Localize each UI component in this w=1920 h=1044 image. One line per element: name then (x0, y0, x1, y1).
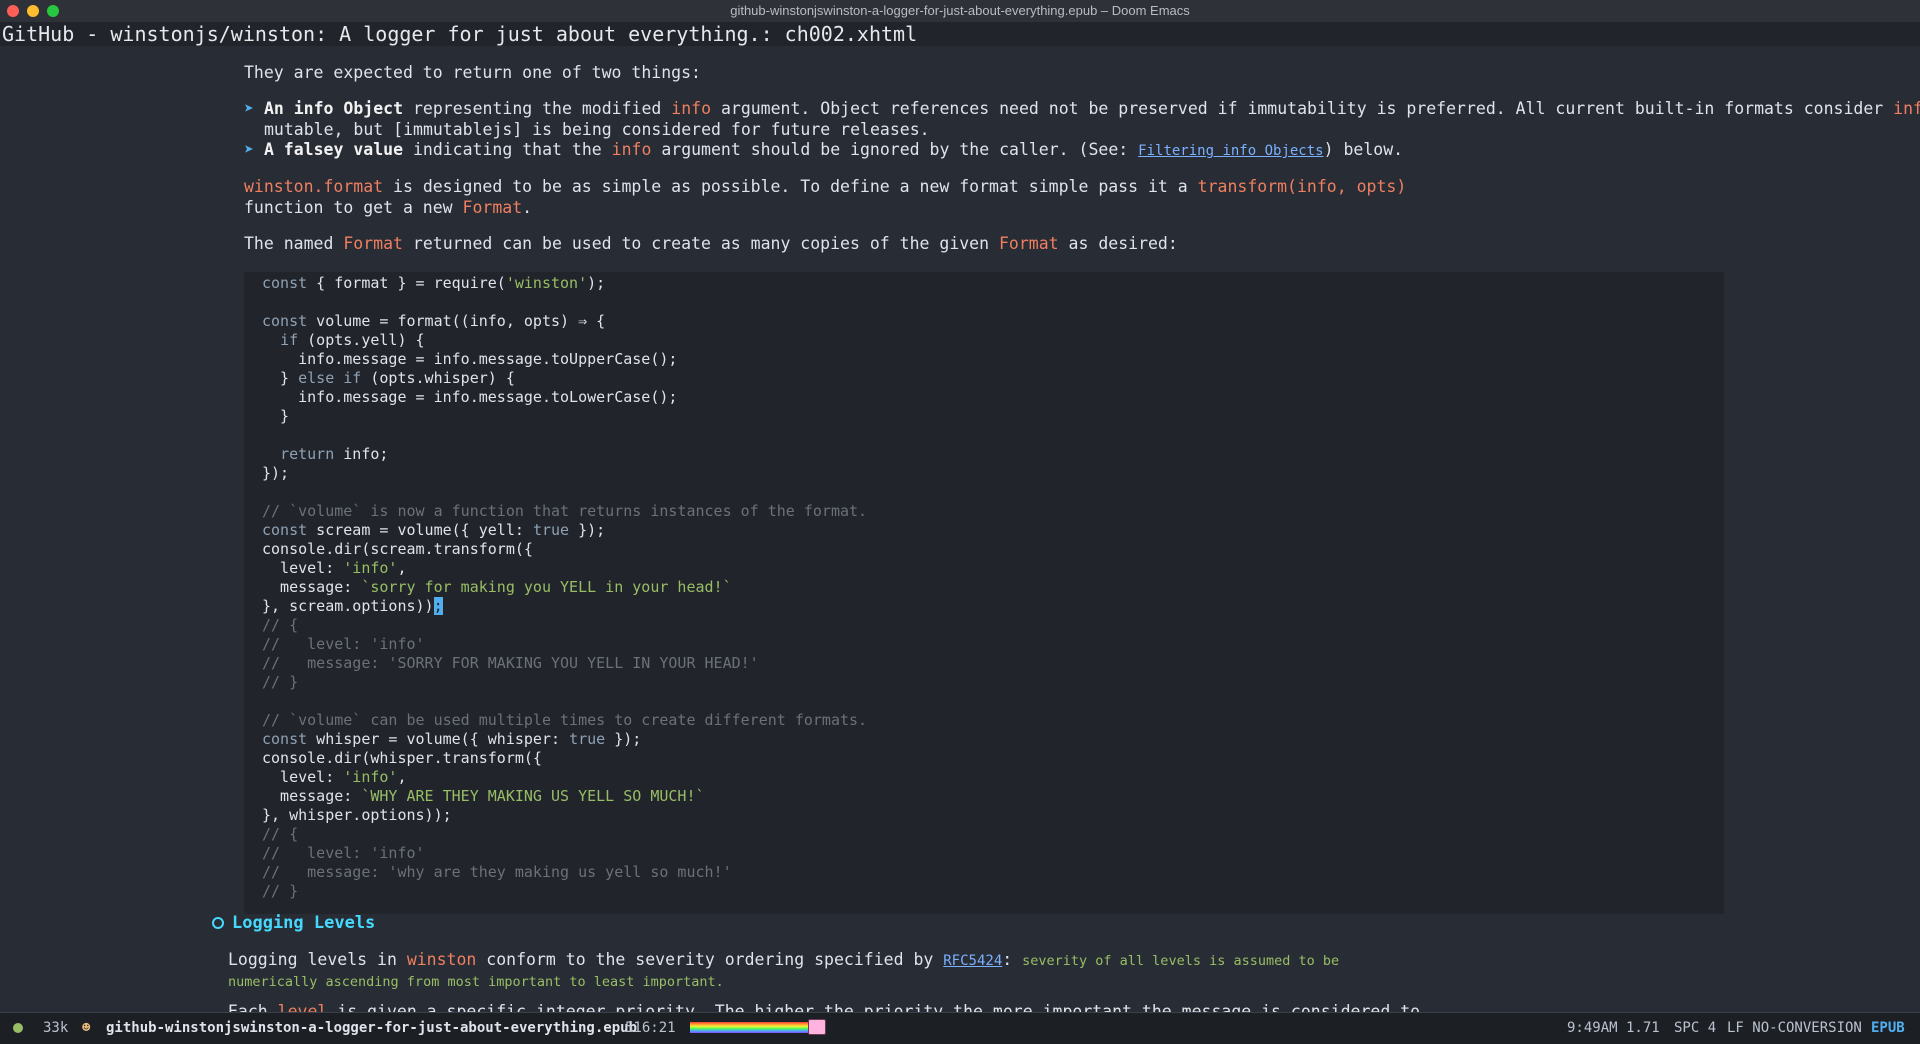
scroll-progress-bar[interactable] (690, 1022, 818, 1033)
bold-text: An (263, 99, 294, 118)
paragraph-text: They are expected to return one of two t… (244, 63, 701, 82)
paragraph: function to get a new Format. (244, 197, 532, 218)
list-item-continuation: mutable, but [immutablejs] is being cons… (264, 119, 930, 140)
text: The named (244, 234, 344, 253)
code-text: const { format } = require('winston'); c… (262, 274, 868, 900)
window-title: github-winstonjswinston-a-logger-for-jus… (730, 3, 1190, 18)
heading-text: Logging Levels (232, 913, 376, 933)
text: is designed to be as simple as possible.… (383, 177, 1198, 196)
rfc5424-link[interactable]: RFC5424 (943, 953, 1002, 969)
indent-style[interactable]: SPC 4 (1674, 1013, 1716, 1043)
maximize-window-button[interactable] (47, 5, 59, 17)
section-heading: Logging Levels (212, 913, 375, 933)
footnote-text: numerically ascending from most importan… (228, 974, 724, 990)
paragraph: winston.format is designed to be as simp… (244, 176, 1406, 197)
bold-text: Object (333, 99, 404, 118)
buffer-filename[interactable]: github-winstonjswinston-a-logger-for-jus… (106, 1013, 637, 1043)
text: indicating that the (403, 140, 612, 159)
major-mode[interactable]: EPUB (1871, 1013, 1905, 1043)
inline-code: info (671, 99, 712, 118)
status-dot-icon (13, 1013, 23, 1043)
list-item: ➤ An info Object representing the modifie… (244, 98, 1920, 119)
text: argument. Object references need not be … (711, 99, 1894, 118)
inline-code: Format (462, 198, 523, 217)
inline-code: winston.format (244, 177, 384, 196)
paragraph: They are expected to return one of two t… (244, 62, 701, 83)
inline-code: winston (406, 950, 477, 969)
buffer-header: GitHub - winstonjs/winston: A logger for… (0, 22, 1920, 46)
text: representing the modified (403, 99, 672, 118)
bullet-arrow-icon: ➤ (244, 140, 254, 159)
paragraph: numerically ascending from most importan… (228, 971, 724, 990)
buffer-size: 33k (43, 1020, 69, 1036)
encoding[interactable]: LF NO-CONVERSION (1727, 1013, 1862, 1043)
modeline: 33k ☻ github-winstonjswinston-a-logger-f… (0, 1012, 1920, 1044)
bold-text: A falsey value (263, 140, 404, 159)
text-cursor: ; (433, 597, 443, 615)
paragraph: Logging levels in winston conform to the… (228, 950, 1339, 969)
text: returned can be used to create as many c… (402, 234, 999, 253)
list-item: ➤ A falsey value indicating that the info… (244, 139, 1403, 162)
text: . (522, 198, 533, 217)
inline-code: transform(info, opts) (1197, 177, 1407, 196)
heading-bullet-icon (212, 917, 224, 929)
code-block[interactable]: const { format } = require('winston'); c… (244, 272, 1724, 914)
window-titlebar: github-winstonjswinston-a-logger-for-jus… (0, 0, 1920, 23)
text: function to get a new (244, 198, 463, 217)
cursor-position: 516:21 (625, 1020, 676, 1036)
footnote-text: severity of all levels is assumed to be (1022, 953, 1340, 969)
text: Logging levels in (228, 950, 407, 969)
time-load: 9:49AM 1.71 (1567, 1020, 1660, 1036)
inline-code: info (293, 99, 334, 118)
text: mutable, but [immutablejs] is being cons… (264, 120, 930, 139)
paragraph: The named Format returned can be used to… (244, 233, 1178, 254)
inline-code: info (611, 140, 652, 159)
inline-code: Format (343, 234, 403, 253)
inline-code: info (1893, 99, 1920, 118)
text: argument should be ignored by the caller… (651, 140, 1139, 159)
text: : (1002, 950, 1023, 969)
text: conform to the severity ordering specifi… (476, 950, 944, 969)
close-window-button[interactable] (7, 5, 19, 17)
bullet-arrow-icon: ➤ (244, 99, 254, 118)
minimize-window-button[interactable] (27, 5, 39, 17)
inline-code: Format (998, 234, 1059, 253)
text: ) below. (1323, 140, 1404, 159)
modified-icon: ☻ (82, 1020, 91, 1036)
nyan-cat-icon (808, 1019, 826, 1035)
filtering-info-link[interactable]: Filtering info Objects (1138, 143, 1323, 159)
text: as desired: (1058, 234, 1178, 253)
